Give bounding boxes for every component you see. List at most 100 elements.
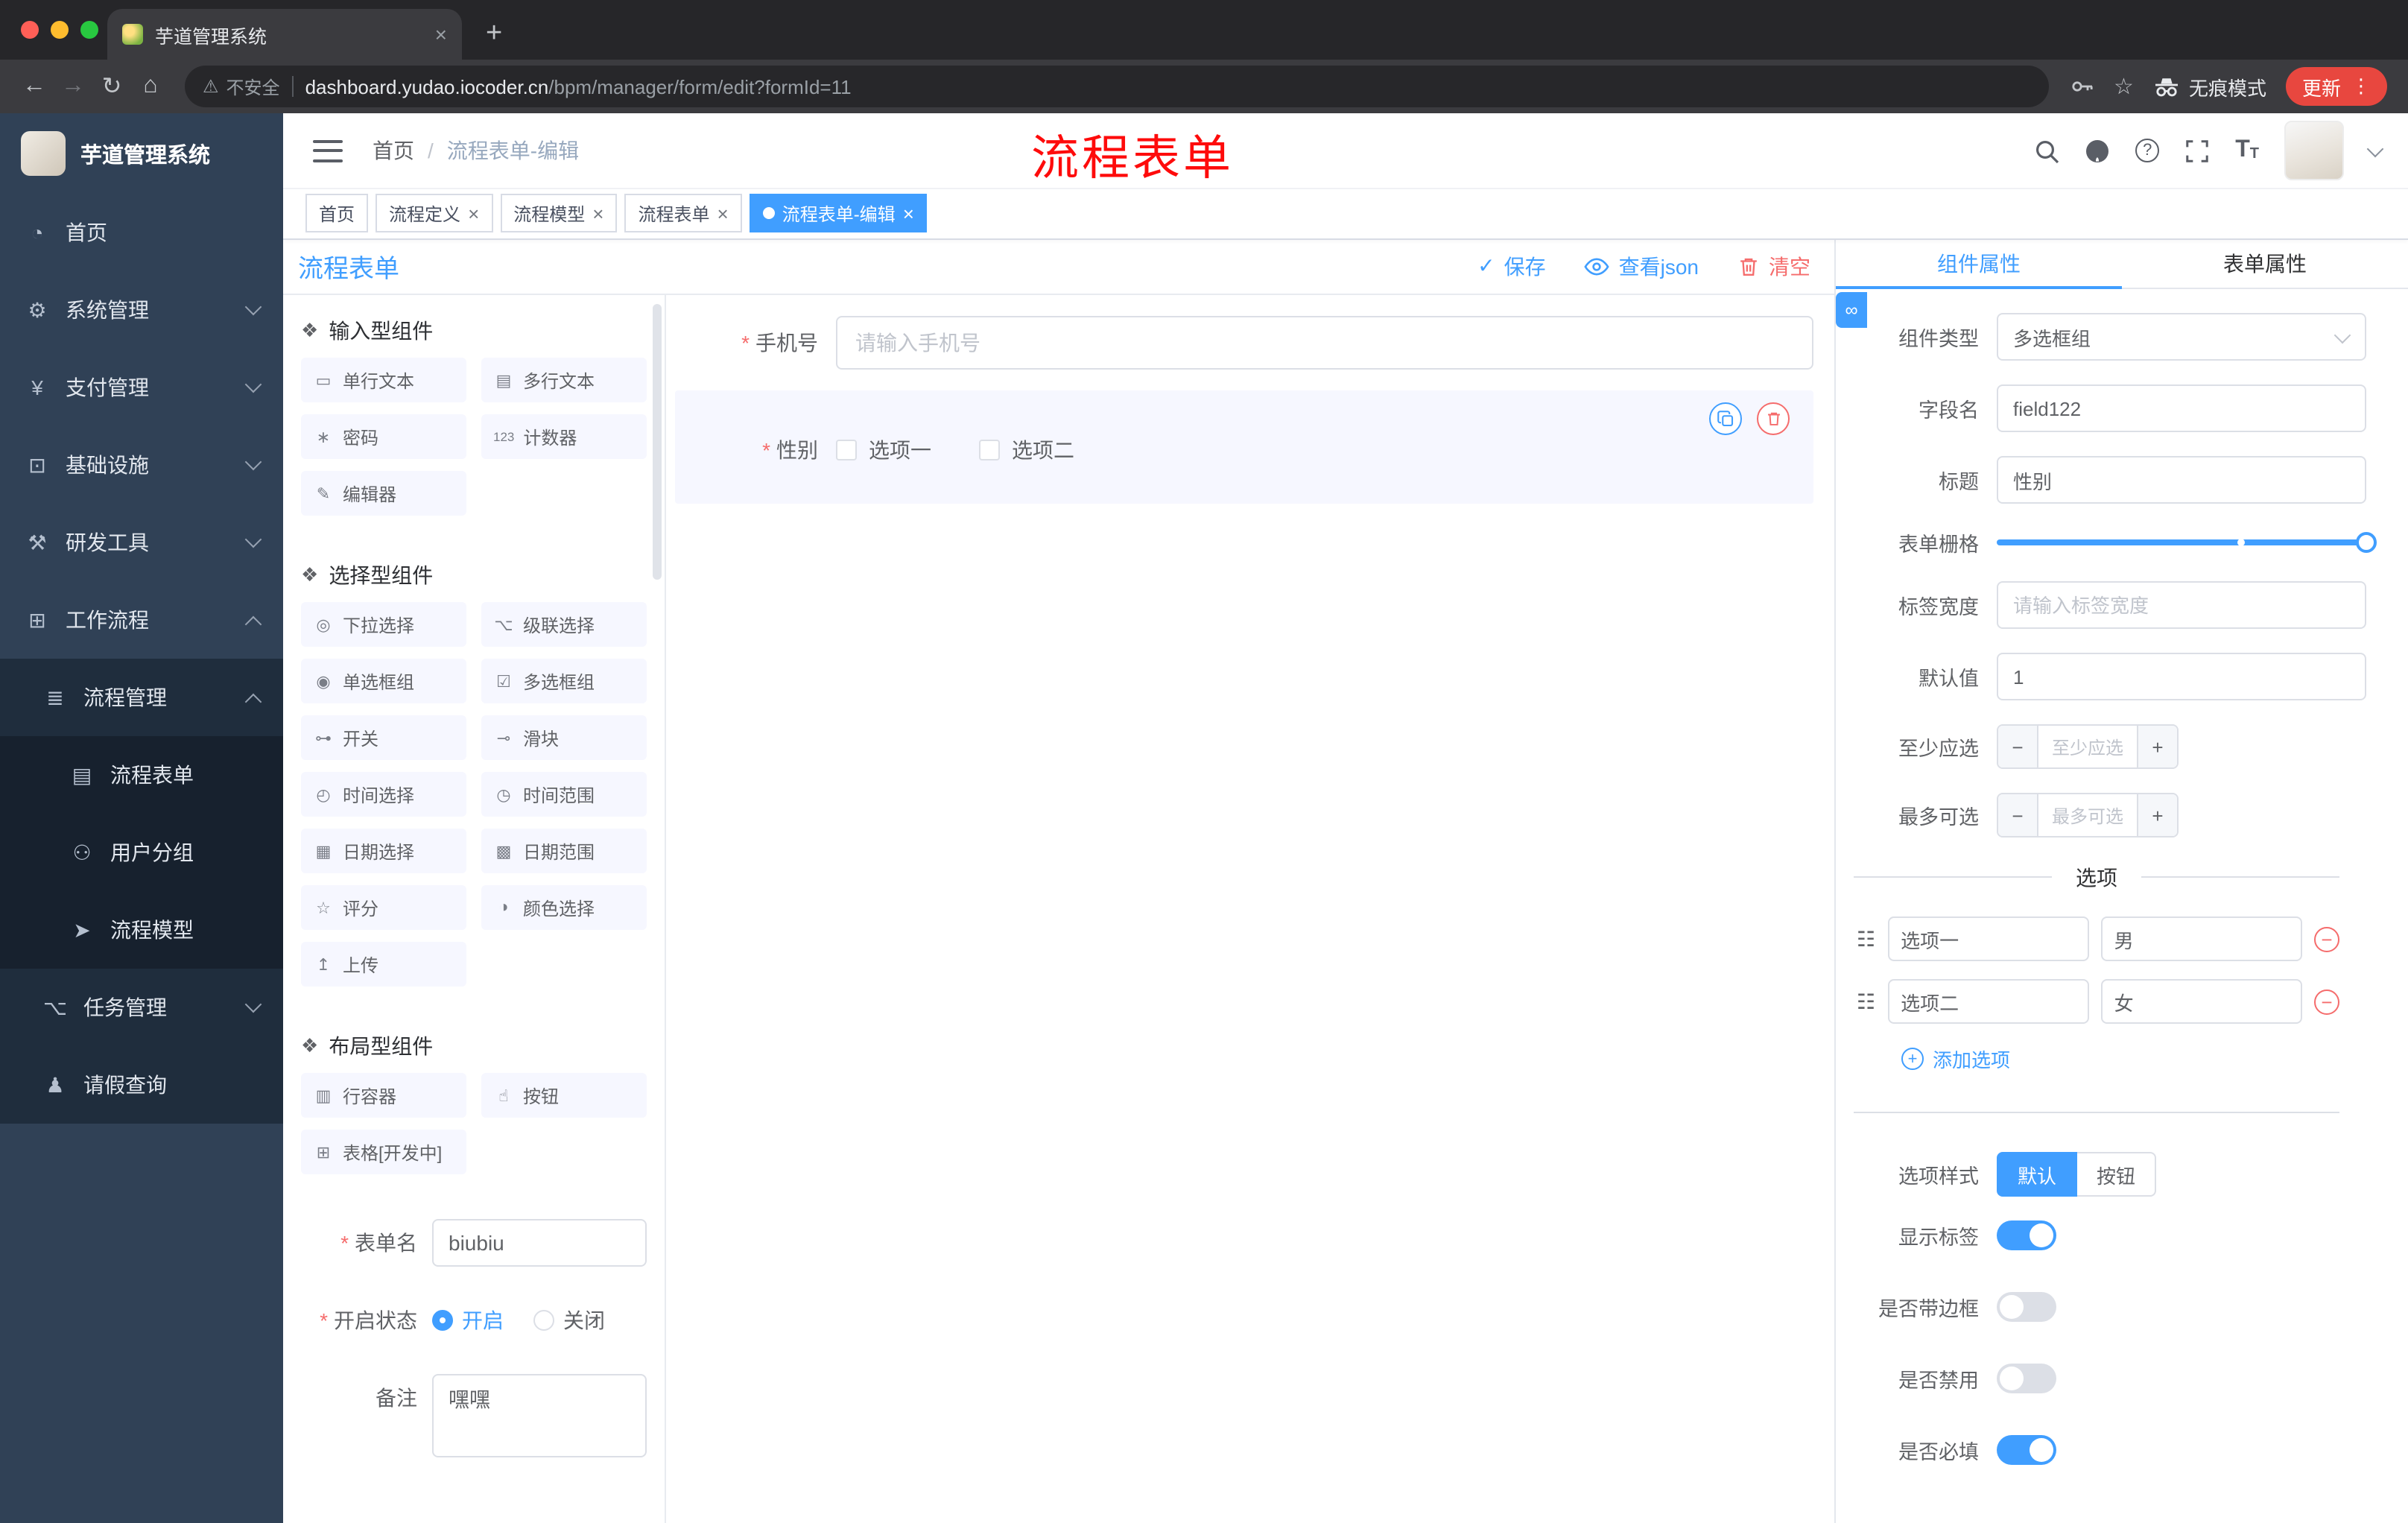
tab-form-props[interactable]: 表单属性 bbox=[2122, 238, 2408, 288]
drag-handle-icon[interactable]: ☷ bbox=[1857, 926, 1875, 952]
tag-close-icon[interactable]: × bbox=[717, 203, 729, 223]
avatar-caret-icon[interactable] bbox=[2366, 139, 2384, 157]
checkbox-icon[interactable] bbox=[836, 440, 857, 460]
clear-button[interactable]: 清空 bbox=[1737, 251, 1810, 281]
tab-component-props[interactable]: 组件属性 bbox=[1836, 238, 2122, 289]
slider-handle[interactable] bbox=[2356, 532, 2377, 553]
sidebar-item-leave-query[interactable]: ♟ 请假查询 bbox=[0, 1046, 283, 1124]
palette-item-time-picker[interactable]: ◴ 时间选择 bbox=[301, 772, 466, 817]
required-toggle[interactable] bbox=[1997, 1435, 2056, 1465]
drag-handle-icon[interactable]: ☷ bbox=[1857, 989, 1875, 1014]
new-tab-button[interactable]: + bbox=[486, 19, 502, 48]
add-option-button[interactable]: + 添加选项 bbox=[1901, 1045, 2366, 1073]
password-key-icon[interactable] bbox=[2069, 75, 2094, 98]
palette-item-counter[interactable]: 123 计数器 bbox=[481, 414, 647, 459]
default-value-input[interactable] bbox=[1997, 653, 2366, 700]
form-name-input[interactable] bbox=[432, 1219, 647, 1267]
tag-close-icon[interactable]: × bbox=[903, 203, 914, 223]
palette-item-select[interactable]: ◎ 下拉选择 bbox=[301, 602, 466, 647]
breadcrumb-home[interactable]: 首页 bbox=[373, 136, 414, 165]
search-icon[interactable] bbox=[2034, 138, 2059, 163]
tag-process-form-edit[interactable]: 流程表单-编辑 × bbox=[749, 194, 928, 232]
canvas-field-phone[interactable]: 手机号 bbox=[675, 316, 1813, 370]
component-type-select[interactable]: 多选框组 bbox=[1997, 313, 2366, 361]
tag-home[interactable]: 首页 bbox=[305, 194, 369, 232]
plus-button[interactable]: + bbox=[2137, 726, 2177, 767]
style-button-button[interactable]: 按钮 bbox=[2077, 1152, 2157, 1197]
back-icon[interactable]: ← bbox=[15, 67, 54, 106]
palette-item-password[interactable]: ∗ 密码 bbox=[301, 414, 466, 459]
minus-button[interactable]: − bbox=[1998, 794, 2038, 836]
palette-item-slider[interactable]: ⊸ 滑块 bbox=[481, 715, 647, 760]
show-label-toggle[interactable] bbox=[1997, 1220, 2056, 1250]
sidebar-item-home[interactable]: ◔ 首页 bbox=[0, 194, 283, 271]
gender-option-2[interactable]: 选项二 bbox=[979, 435, 1074, 465]
status-radio-off[interactable]: 关闭 bbox=[533, 1296, 605, 1344]
forward-icon[interactable]: → bbox=[54, 67, 92, 106]
palette-item-time-range[interactable]: ◷ 时间范围 bbox=[481, 772, 647, 817]
tag-close-icon[interactable]: × bbox=[468, 203, 479, 223]
field-name-input[interactable] bbox=[1997, 384, 2366, 432]
label-width-input[interactable] bbox=[1997, 581, 2366, 629]
palette-item-date-picker[interactable]: ▦ 日期选择 bbox=[301, 829, 466, 873]
tag-process-model[interactable]: 流程模型 × bbox=[500, 194, 618, 232]
max-select-value[interactable]: 最多可选 bbox=[2038, 794, 2137, 836]
security-indicator[interactable]: ⚠ 不安全 bbox=[203, 74, 280, 99]
fullscreen-icon[interactable] bbox=[2184, 138, 2210, 163]
palette-item-button[interactable]: ☝ 按钮 bbox=[481, 1073, 647, 1118]
disabled-toggle[interactable] bbox=[1997, 1364, 2056, 1393]
palette-item-cascader[interactable]: ⌥ 级联选择 bbox=[481, 602, 647, 647]
sidebar-item-infrastructure[interactable]: ⊡ 基础设施 bbox=[0, 426, 283, 504]
min-select-value[interactable]: 至少应选 bbox=[2038, 726, 2137, 767]
chrome-update-button[interactable]: 更新 ⋮ bbox=[2285, 67, 2387, 106]
tag-process-definition[interactable]: 流程定义 × bbox=[376, 194, 493, 232]
delete-field-button[interactable] bbox=[1757, 402, 1790, 435]
help-icon[interactable]: ? bbox=[2135, 139, 2160, 162]
palette-item-radio-group[interactable]: ◉ 单选框组 bbox=[301, 659, 466, 703]
form-remark-textarea[interactable]: 嘿嘿 bbox=[432, 1374, 647, 1457]
phone-input[interactable] bbox=[836, 316, 1813, 370]
palette-item-switch[interactable]: ⊶ 开关 bbox=[301, 715, 466, 760]
option-2-value-input[interactable] bbox=[2100, 979, 2302, 1024]
tab-close-icon[interactable]: × bbox=[435, 22, 447, 46]
palette-item-date-range[interactable]: ▩ 日期范围 bbox=[481, 829, 647, 873]
palette-item-table[interactable]: ⊞ 表格[开发中] bbox=[301, 1130, 466, 1174]
palette-item-checkbox-group[interactable]: ☑ 多选框组 bbox=[481, 659, 647, 703]
border-toggle[interactable] bbox=[1997, 1292, 2056, 1322]
sidebar-item-process-model[interactable]: ➤ 流程模型 bbox=[0, 891, 283, 969]
hamburger-icon[interactable] bbox=[313, 139, 343, 162]
option-2-label-input[interactable] bbox=[1887, 979, 2089, 1024]
window-zoom-button[interactable] bbox=[80, 21, 98, 39]
sidebar-item-system[interactable]: ⚙ 系统管理 bbox=[0, 271, 283, 349]
title-input[interactable] bbox=[1997, 456, 2366, 504]
save-button[interactable]: ✓ 保存 bbox=[1477, 251, 1545, 281]
font-size-icon[interactable]: TT bbox=[2235, 138, 2259, 162]
palette-item-row-container[interactable]: ▥ 行容器 bbox=[301, 1073, 466, 1118]
address-bar[interactable]: ⚠ 不安全 dashboard.yudao.iocoder.cn/bpm/man… bbox=[185, 66, 2049, 107]
grid-slider[interactable] bbox=[1997, 532, 2377, 553]
window-minimize-button[interactable] bbox=[51, 21, 69, 39]
sidebar-item-devtools[interactable]: ⚒ 研发工具 bbox=[0, 504, 283, 581]
plus-button[interactable]: + bbox=[2137, 794, 2177, 836]
view-json-button[interactable]: 查看json bbox=[1585, 251, 1699, 281]
status-radio-on[interactable]: 开启 bbox=[432, 1296, 504, 1344]
canvas-field-gender[interactable]: 性别 选项一 选项二 bbox=[675, 390, 1813, 504]
option-1-value-input[interactable] bbox=[2100, 916, 2302, 961]
sidebar-item-task-mgmt[interactable]: ⌥ 任务管理 bbox=[0, 969, 283, 1046]
remove-option-button[interactable]: − bbox=[2314, 926, 2339, 952]
sidebar-item-workflow[interactable]: ⊞ 工作流程 bbox=[0, 581, 283, 659]
palette-item-upload[interactable]: ↥ 上传 bbox=[301, 942, 466, 987]
copy-field-button[interactable] bbox=[1709, 402, 1742, 435]
user-avatar[interactable] bbox=[2284, 121, 2344, 180]
browser-tab[interactable]: 芋道管理系统 × bbox=[107, 9, 462, 60]
option-1-label-input[interactable] bbox=[1887, 916, 2089, 961]
sidebar-item-user-group[interactable]: ⚇ 用户分组 bbox=[0, 814, 283, 891]
minus-button[interactable]: − bbox=[1998, 726, 2038, 767]
palette-scrollbar[interactable] bbox=[653, 304, 662, 580]
browser-menu-dots-icon[interactable]: ⋮ bbox=[2351, 75, 2371, 98]
window-close-button[interactable] bbox=[21, 21, 39, 39]
sidebar-item-process-form[interactable]: ▤ 流程表单 bbox=[0, 736, 283, 814]
reload-icon[interactable]: ↻ bbox=[92, 67, 131, 106]
palette-item-color-picker[interactable]: ◑ 颜色选择 bbox=[481, 885, 647, 930]
style-default-button[interactable]: 默认 bbox=[1997, 1152, 2078, 1197]
